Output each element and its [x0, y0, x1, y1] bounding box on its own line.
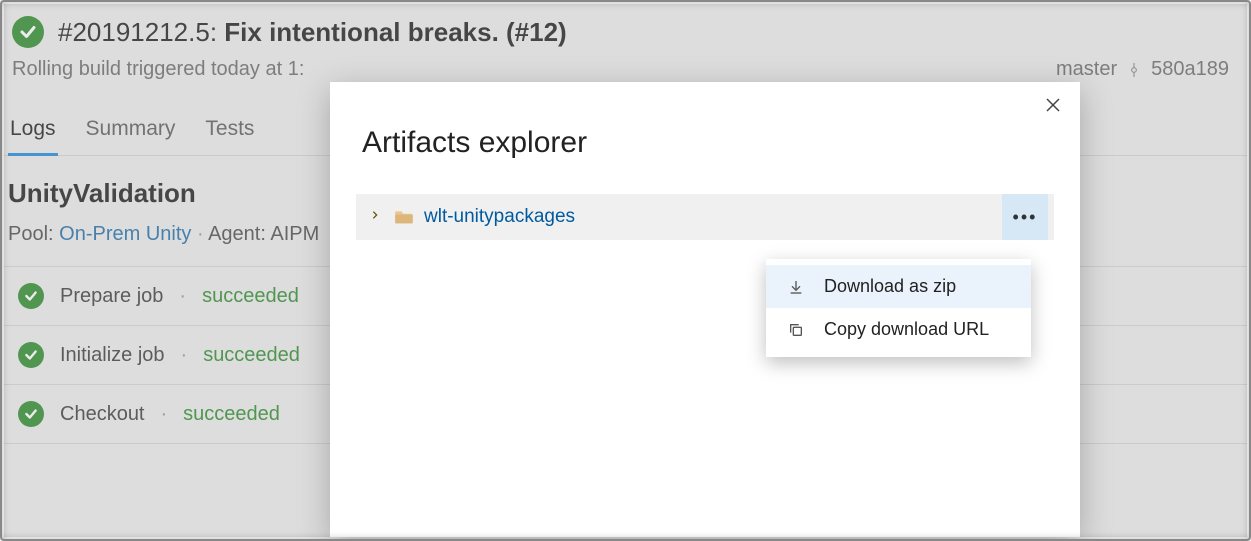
check-icon	[18, 283, 44, 309]
download-icon	[786, 279, 806, 295]
build-name: Fix intentional breaks. (#12)	[224, 17, 566, 47]
menu-item-label: Download as zip	[824, 276, 956, 297]
close-button[interactable]	[1044, 96, 1062, 120]
menu-copy-url[interactable]: Copy download URL	[766, 308, 1031, 351]
step-name: Prepare job	[60, 285, 163, 308]
artifact-row[interactable]: wlt-unitypackages •••	[356, 194, 1054, 240]
menu-item-label: Copy download URL	[824, 319, 989, 340]
more-actions-button[interactable]: •••	[1002, 194, 1048, 240]
context-menu: Download as zip Copy download URL	[766, 259, 1031, 357]
step-result: succeeded	[203, 344, 300, 367]
branch-name[interactable]: master	[1056, 58, 1117, 81]
build-number: #20191212.5:	[58, 17, 217, 47]
commit-hash[interactable]: 580a189	[1151, 58, 1229, 81]
artifact-name[interactable]: wlt-unitypackages	[424, 206, 575, 228]
folder-icon	[394, 209, 414, 225]
tab-logs[interactable]: Logs	[8, 117, 58, 156]
pool-link[interactable]: On-Prem Unity	[59, 223, 191, 245]
trigger-text: Rolling build triggered today at 1:	[12, 58, 304, 81]
check-icon	[18, 342, 44, 368]
step-result: succeeded	[183, 403, 280, 426]
build-title: #20191212.5: Fix intentional breaks. (#1…	[58, 17, 567, 48]
build-status-icon	[12, 16, 44, 48]
check-icon	[18, 401, 44, 427]
dialog-title: Artifacts explorer	[330, 82, 1080, 160]
step-name: Checkout	[60, 403, 145, 426]
agent-label: Agent: AIPM	[208, 223, 319, 245]
tab-summary[interactable]: Summary	[84, 117, 178, 155]
commit-icon	[1127, 63, 1141, 77]
chevron-right-icon[interactable]	[366, 208, 384, 226]
pool-label: Pool:	[8, 223, 54, 245]
step-name: Initialize job	[60, 344, 165, 367]
step-result: succeeded	[202, 285, 299, 308]
copy-icon	[786, 322, 806, 338]
tab-tests[interactable]: Tests	[203, 117, 256, 155]
menu-download-zip[interactable]: Download as zip	[766, 265, 1031, 308]
